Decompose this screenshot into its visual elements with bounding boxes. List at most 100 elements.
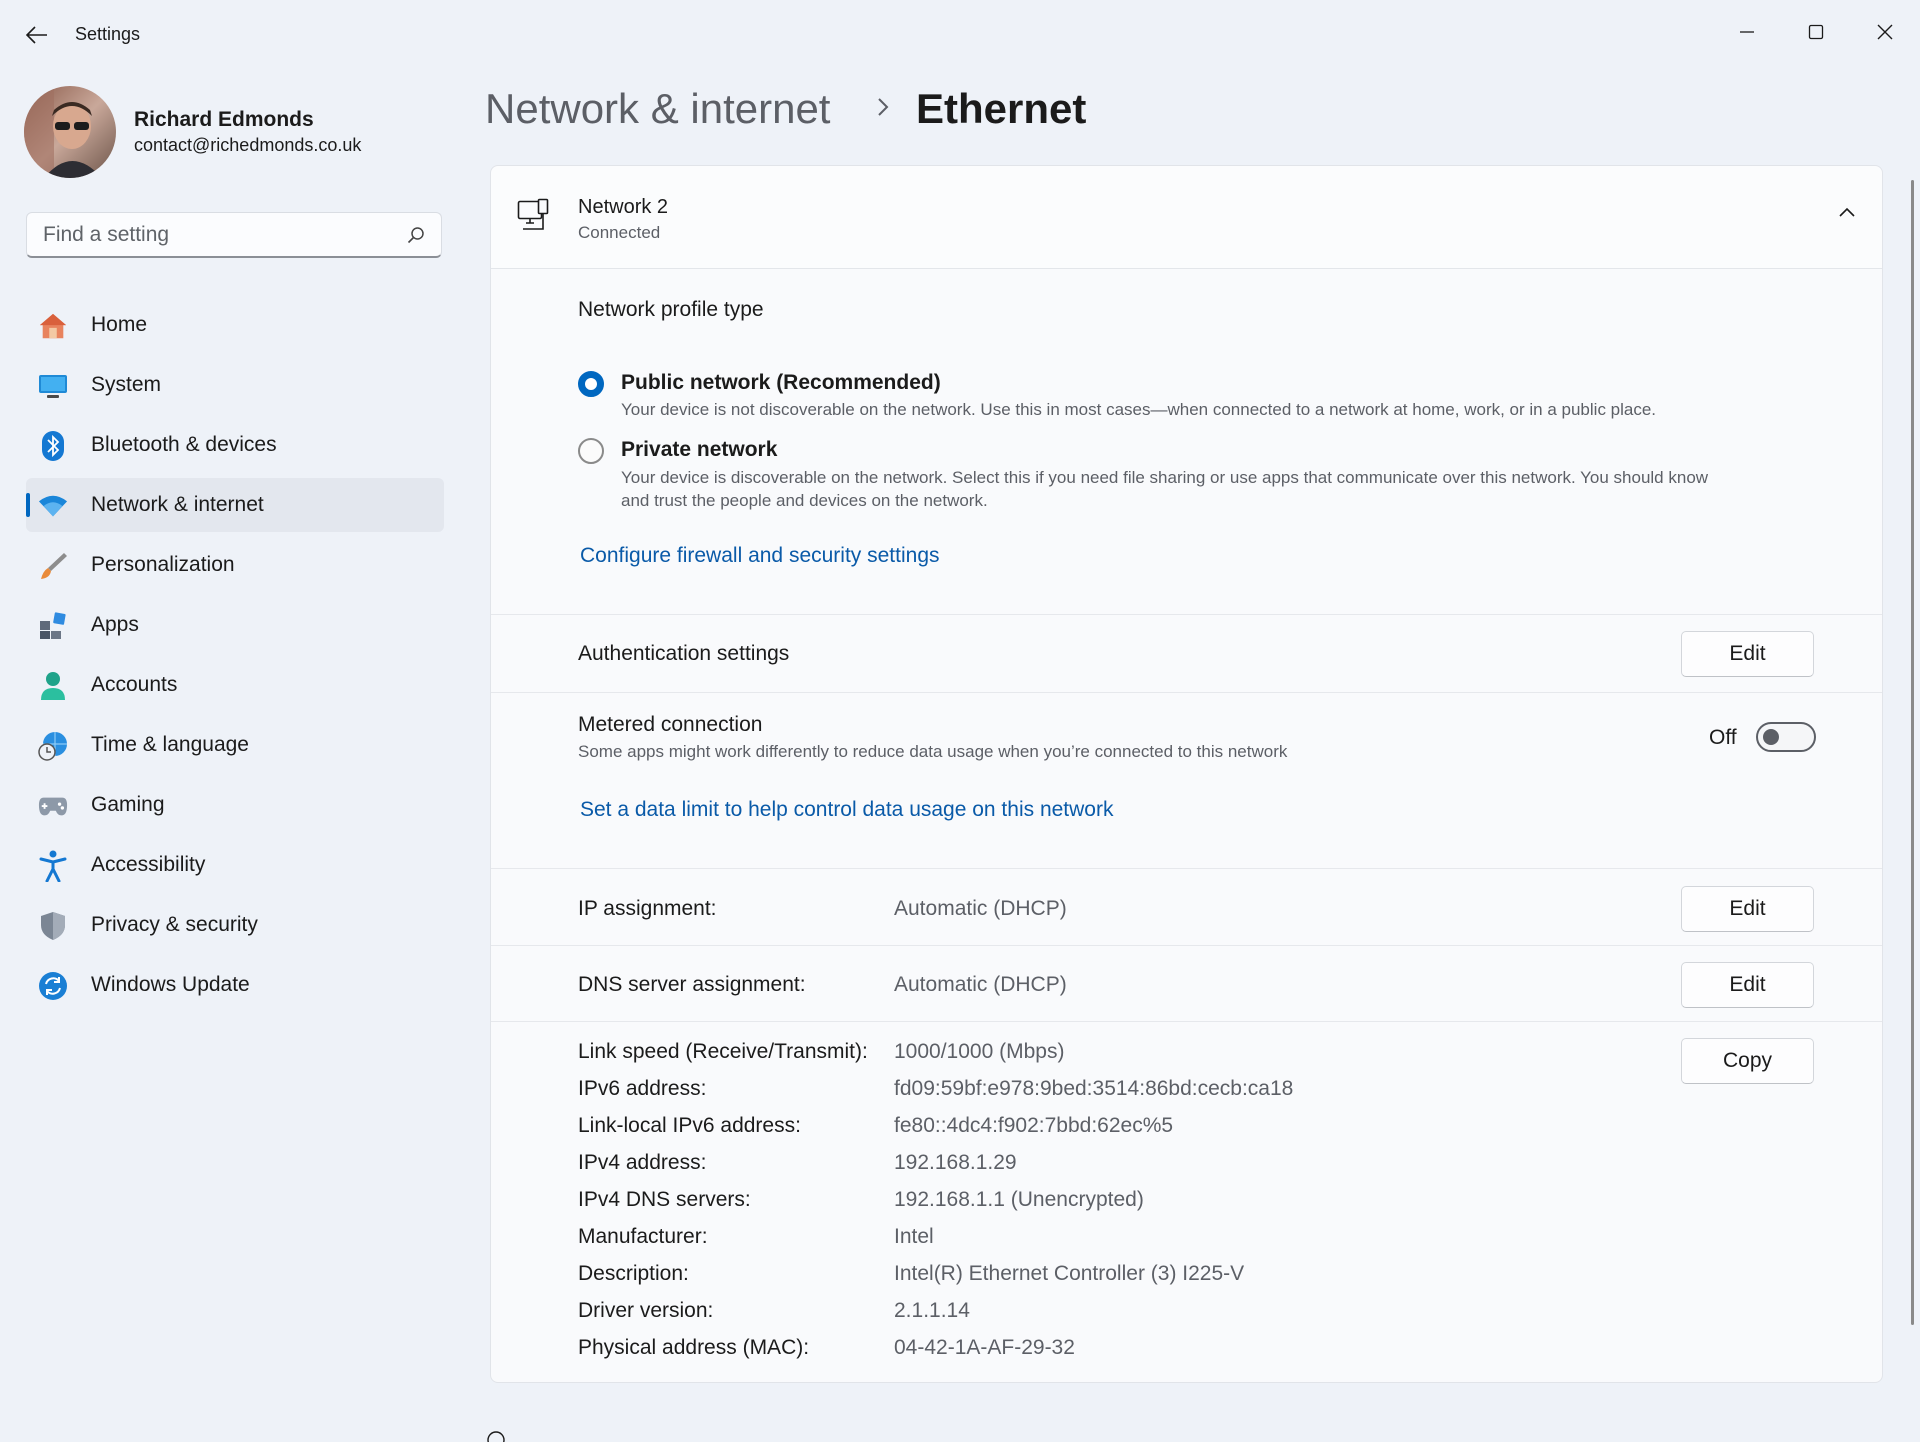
property-value: 1000/1000 (Mbps) bbox=[894, 1040, 1065, 1063]
breadcrumb-parent[interactable]: Network & internet bbox=[485, 85, 830, 133]
brush-icon bbox=[38, 551, 68, 581]
property-value: fe80::4dc4:f902:7bbd:62ec%5 bbox=[894, 1114, 1174, 1137]
sidebar-item-label: Windows Update bbox=[91, 973, 250, 996]
back-button[interactable] bbox=[22, 20, 52, 50]
shield-icon bbox=[38, 911, 68, 941]
property-label: IPv4 DNS servers: bbox=[578, 1188, 751, 1211]
person-icon bbox=[38, 671, 68, 701]
search-box[interactable] bbox=[26, 212, 442, 258]
apps-icon bbox=[38, 611, 68, 641]
ip-assignment-label: IP assignment: bbox=[578, 897, 717, 920]
sidebar-item-network[interactable]: Network & internet bbox=[26, 478, 444, 532]
property-value: 04-42-1A-AF-29-32 bbox=[894, 1336, 1075, 1359]
user-name: Richard Edmonds bbox=[134, 108, 314, 131]
private-network-radio[interactable] bbox=[578, 438, 604, 464]
authentication-label: Authentication settings bbox=[578, 642, 790, 665]
title-bar: Settings bbox=[0, 0, 1920, 70]
sidebar-item-label: Time & language bbox=[91, 733, 249, 756]
metered-state-label: Off bbox=[1709, 726, 1737, 749]
wifi-icon bbox=[38, 491, 68, 521]
metered-connection-description: Some apps might work differently to redu… bbox=[578, 742, 1288, 761]
accessibility-icon bbox=[38, 850, 68, 882]
chevron-up-icon[interactable] bbox=[1838, 206, 1856, 218]
sidebar-item-time-language[interactable]: Time & language bbox=[26, 718, 444, 772]
sidebar-item-accounts[interactable]: Accounts bbox=[26, 658, 444, 712]
sidebar-nav: Home System Bluetooth & devices Network … bbox=[26, 298, 444, 1018]
property-label: Physical address (MAC): bbox=[578, 1336, 810, 1359]
chevron-right-icon bbox=[878, 98, 889, 116]
sidebar-item-label: System bbox=[91, 373, 162, 396]
ip-assignment-value: Automatic (DHCP) bbox=[894, 897, 1067, 920]
ethernet-icon bbox=[517, 198, 549, 230]
bluetooth-icon bbox=[38, 431, 68, 461]
maximize-icon bbox=[1808, 24, 1824, 40]
sidebar-item-system[interactable]: System bbox=[26, 358, 444, 412]
public-network-label[interactable]: Public network (Recommended) bbox=[621, 371, 941, 395]
sidebar-item-privacy[interactable]: Privacy & security bbox=[26, 898, 444, 952]
data-limit-link[interactable]: Set a data limit to help control data us… bbox=[580, 798, 1113, 822]
private-network-description-line2: and trust the people and devices on the … bbox=[621, 491, 988, 510]
property-label: Link-local IPv6 address: bbox=[578, 1114, 801, 1137]
profile-type-heading: Network profile type bbox=[578, 298, 764, 321]
divider bbox=[491, 868, 1882, 869]
user-email: contact@richedmonds.co.uk bbox=[134, 135, 362, 155]
property-value: 2.1.1.14 bbox=[894, 1299, 970, 1322]
sidebar-item-label: Accounts bbox=[91, 673, 178, 696]
property-label: Driver version: bbox=[578, 1299, 714, 1322]
divider bbox=[491, 614, 1882, 615]
sidebar-item-windows-update[interactable]: Windows Update bbox=[26, 958, 444, 1012]
private-network-description-line1: Your device is discoverable on the netwo… bbox=[621, 468, 1709, 487]
configure-firewall-link[interactable]: Configure firewall and security settings bbox=[580, 544, 940, 568]
dns-assignment-label: DNS server assignment: bbox=[578, 973, 806, 996]
sidebar-item-label: Gaming bbox=[91, 793, 165, 816]
system-icon bbox=[38, 371, 68, 401]
profile-photo bbox=[24, 86, 116, 178]
back-arrow-icon bbox=[26, 26, 47, 44]
sidebar-item-label: Home bbox=[91, 313, 148, 336]
ethernet-details-card: Network 2 Connected Network profile type… bbox=[490, 165, 1883, 1383]
search-input[interactable] bbox=[41, 213, 405, 257]
search-icon[interactable] bbox=[407, 226, 425, 244]
property-label: IPv4 address: bbox=[578, 1151, 707, 1174]
page-title: Ethernet bbox=[916, 85, 1087, 132]
sidebar-item-apps[interactable]: Apps bbox=[26, 598, 444, 652]
home-icon bbox=[38, 311, 68, 341]
close-icon bbox=[1877, 24, 1893, 40]
property-label: IPv6 address: bbox=[578, 1077, 707, 1100]
update-icon bbox=[38, 971, 68, 1001]
authentication-edit-button[interactable]: Edit bbox=[1681, 631, 1814, 677]
property-label: Link speed (Receive/Transmit): bbox=[578, 1040, 868, 1063]
property-value: Intel bbox=[894, 1225, 934, 1248]
sidebar-item-gaming[interactable]: Gaming bbox=[26, 778, 444, 832]
vertical-scrollbar[interactable] bbox=[1911, 180, 1914, 1325]
private-network-label[interactable]: Private network bbox=[621, 438, 777, 462]
public-network-description: Your device is not discoverable on the n… bbox=[621, 400, 1657, 419]
network-status: Connected bbox=[578, 223, 661, 242]
sidebar-item-bluetooth[interactable]: Bluetooth & devices bbox=[26, 418, 444, 472]
copy-properties-button[interactable]: Copy bbox=[1681, 1038, 1814, 1084]
sidebar-item-label: Bluetooth & devices bbox=[91, 433, 277, 456]
minimize-button[interactable] bbox=[1724, 10, 1770, 54]
public-network-radio[interactable] bbox=[578, 371, 604, 397]
minimize-icon bbox=[1740, 31, 1754, 33]
maximize-button[interactable] bbox=[1793, 10, 1839, 54]
avatar[interactable] bbox=[24, 86, 116, 178]
network-header[interactable]: Network 2 Connected bbox=[491, 166, 1882, 269]
toggle-knob bbox=[1763, 729, 1779, 745]
sidebar-item-label: Accessibility bbox=[91, 853, 206, 876]
sidebar-item-accessibility[interactable]: Accessibility bbox=[26, 838, 444, 892]
app-title: Settings bbox=[75, 24, 141, 44]
divider bbox=[491, 945, 1882, 946]
metered-connection-toggle[interactable] bbox=[1756, 722, 1816, 752]
sidebar-item-personalization[interactable]: Personalization bbox=[26, 538, 444, 592]
gamepad-icon bbox=[38, 791, 68, 821]
close-button[interactable] bbox=[1862, 10, 1908, 54]
ip-assignment-edit-button[interactable]: Edit bbox=[1681, 886, 1814, 932]
dns-assignment-edit-button[interactable]: Edit bbox=[1681, 962, 1814, 1008]
sidebar-item-home[interactable]: Home bbox=[26, 298, 444, 352]
property-label: Description: bbox=[578, 1262, 689, 1285]
help-icon bbox=[487, 1431, 505, 1442]
property-label: Manufacturer: bbox=[578, 1225, 708, 1248]
property-value: fd09:59bf:e978:9bed:3514:86bd:cecb:ca18 bbox=[894, 1077, 1294, 1100]
sidebar-item-label: Network & internet bbox=[91, 493, 264, 516]
